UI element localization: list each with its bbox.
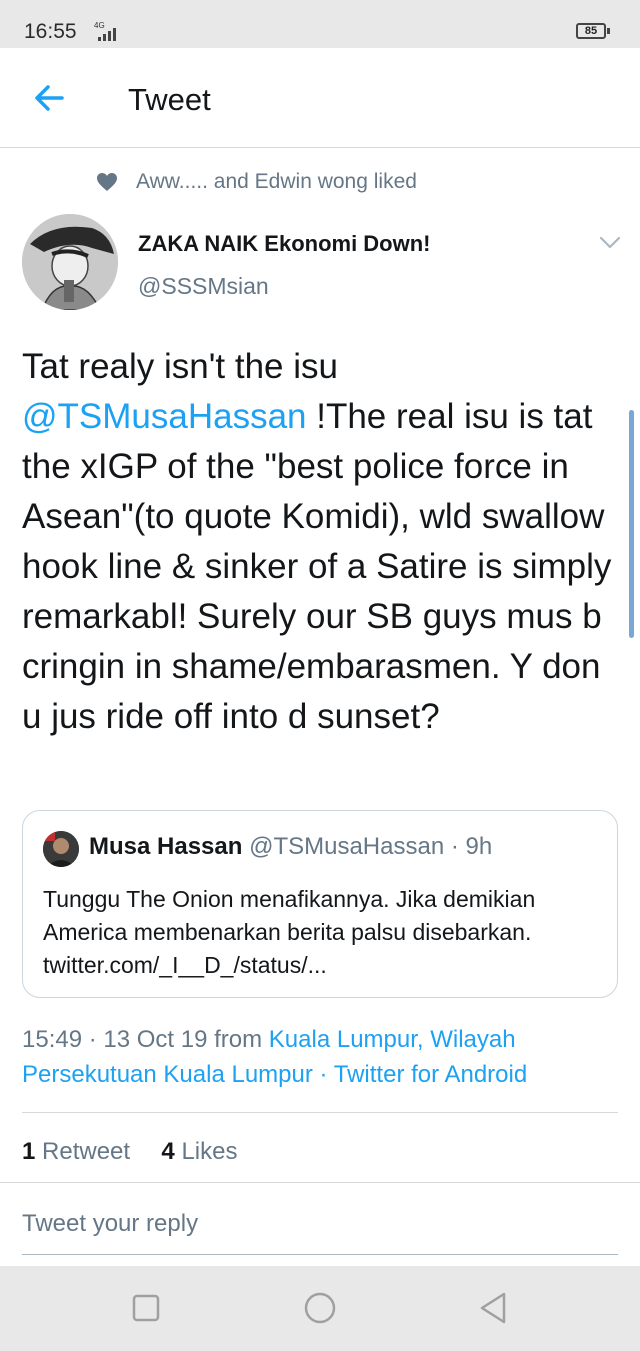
tweet-text-start: Tat realy isn't the isu [22,347,338,386]
quoted-author-name: Musa Hassan [89,833,243,860]
tweet-meta: 15:49 · 13 Oct 19 from Kuala Lumpur, Wil… [22,1022,622,1092]
header-bar [0,48,640,148]
heart-icon [97,173,117,191]
battery-icon: 85 [576,23,606,39]
tweet-mention-link[interactable]: @TSMusaHassan [22,397,307,436]
status-bar: 16:55 4G 85 [0,0,640,48]
recents-button[interactable] [124,1286,168,1330]
circle-home-icon [304,1292,336,1324]
divider [0,1182,640,1183]
tweet-stats: 1 Retweet 4 Likes [22,1138,237,1166]
retweet-count: 1 [22,1138,36,1165]
quoted-author-meta: @TSMusaHassan · 9h [242,833,493,860]
home-button[interactable] [298,1286,342,1330]
quoted-tweet-text: Tunggu The Onion menafikannya. Jika demi… [43,886,536,978]
reply-input-underline [22,1254,618,1255]
quoted-tweet-header: Musa Hassan @TSMusaHassan · 9h [89,833,492,861]
meta-separator: · [312,1061,334,1088]
signal-icon: 4G [92,21,122,41]
like-count: 4 [161,1138,175,1165]
tweet-text-rest: !The real isu is tat the xIGP of the "be… [22,397,612,736]
author-name[interactable]: ZAKA NAIK Ekonomi Down! [138,231,431,257]
reply-input[interactable]: Tweet your reply [22,1210,198,1238]
quoted-author-avatar [43,831,79,867]
battery-level: 85 [584,25,598,37]
chevron-down-icon[interactable] [598,234,622,250]
back-button[interactable] [30,78,70,118]
author-avatar[interactable] [22,214,118,310]
battery-tip [607,28,610,34]
square-recents-icon [132,1294,160,1322]
tweet-timestamp: 15:49 · 13 Oct 19 from [22,1026,269,1053]
divider [22,1112,618,1113]
author-handle[interactable]: @SSSMsian [138,273,269,300]
page-title: Tweet [128,82,211,117]
back-nav-button[interactable] [472,1286,516,1330]
scrollbar[interactable] [629,410,634,638]
system-nav-bar [0,1266,640,1351]
quoted-tweet-card[interactable]: Musa Hassan @TSMusaHassan · 9h Tunggu Th… [22,810,618,998]
social-context-text: Aww..... and Edwin wong liked [136,170,417,193]
triangle-back-icon [480,1292,506,1324]
retweet-label: Retweet [35,1138,131,1165]
likes-stat[interactable]: 4 Likes [161,1138,237,1165]
likes-label: Likes [174,1138,238,1165]
status-time: 16:55 [24,20,77,43]
source-link[interactable]: Twitter for Android [334,1061,527,1088]
tweet-text: Tat realy isn't the isu @TSMusaHassan !T… [22,342,622,742]
arrow-left-icon [35,85,64,111]
retweets-stat[interactable]: 1 Retweet [22,1138,130,1165]
